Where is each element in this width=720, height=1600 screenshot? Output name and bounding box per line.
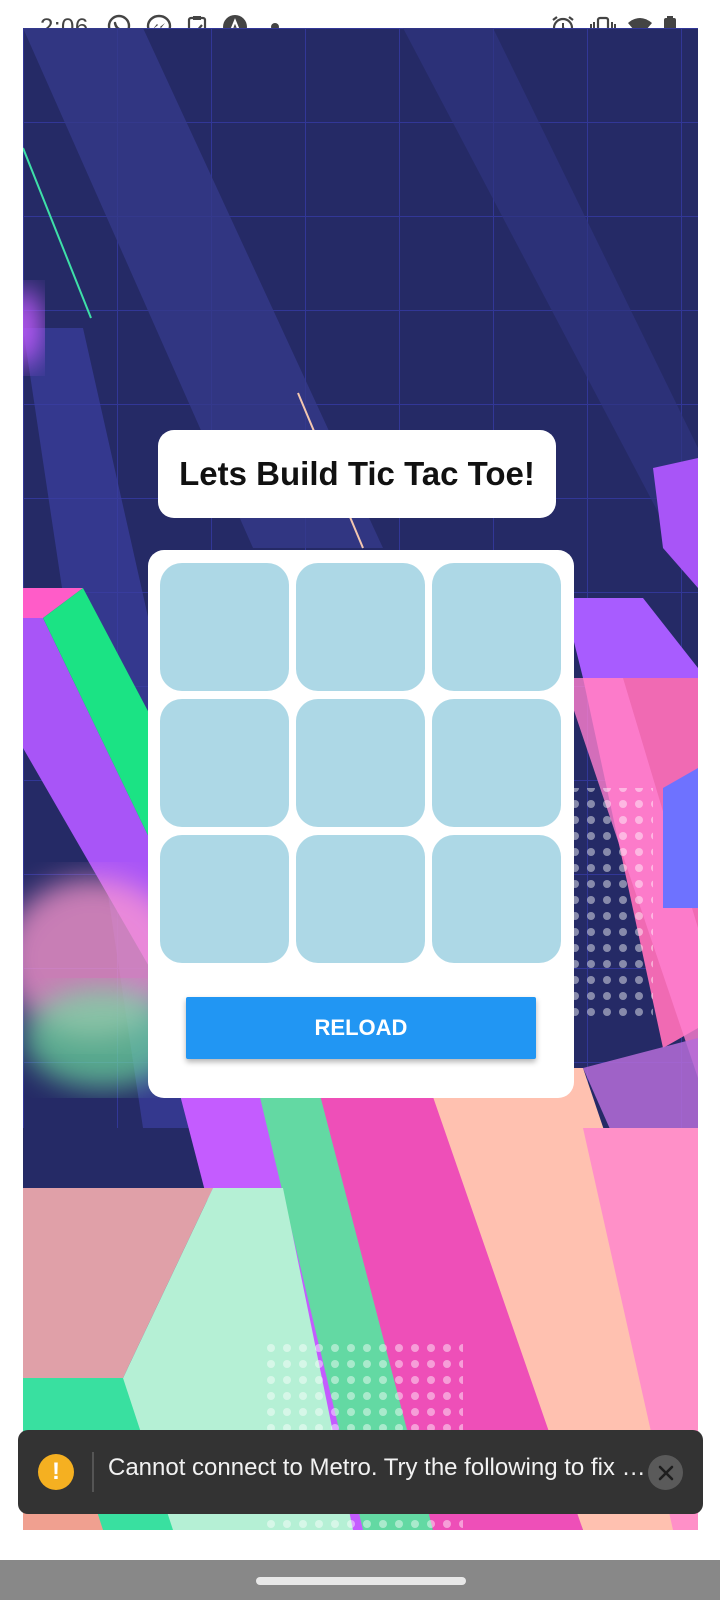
title-card: Lets Build Tic Tac Toe!	[158, 430, 556, 518]
home-gesture-handle[interactable]	[256, 1577, 466, 1585]
board-cell-8[interactable]	[296, 835, 425, 963]
board-cell-3[interactable]	[432, 563, 561, 691]
board-cell-9[interactable]	[432, 835, 561, 963]
toast-message: Cannot connect to Metro. Try the followi…	[108, 1454, 648, 1481]
board-cell-6[interactable]	[432, 699, 561, 827]
game-board-card: RELOAD	[148, 550, 574, 1098]
navigation-bar	[0, 1560, 720, 1600]
close-icon	[658, 1465, 673, 1480]
board-cell-2[interactable]	[296, 563, 425, 691]
toast-close-button[interactable]	[648, 1455, 683, 1490]
app-screen: Lets Build Tic Tac Toe! RELOAD	[23, 28, 698, 1530]
reload-button[interactable]: RELOAD	[186, 997, 536, 1059]
board-cell-7[interactable]	[160, 835, 289, 963]
board-cell-4[interactable]	[160, 699, 289, 827]
board-cell-1[interactable]	[160, 563, 289, 691]
board-cell-5[interactable]	[296, 699, 425, 827]
warning-icon: !	[38, 1454, 74, 1490]
metro-error-toast[interactable]: ! Cannot connect to Metro. Try the follo…	[18, 1430, 703, 1514]
game-title: Lets Build Tic Tac Toe!	[179, 455, 535, 492]
toast-divider	[92, 1452, 94, 1492]
